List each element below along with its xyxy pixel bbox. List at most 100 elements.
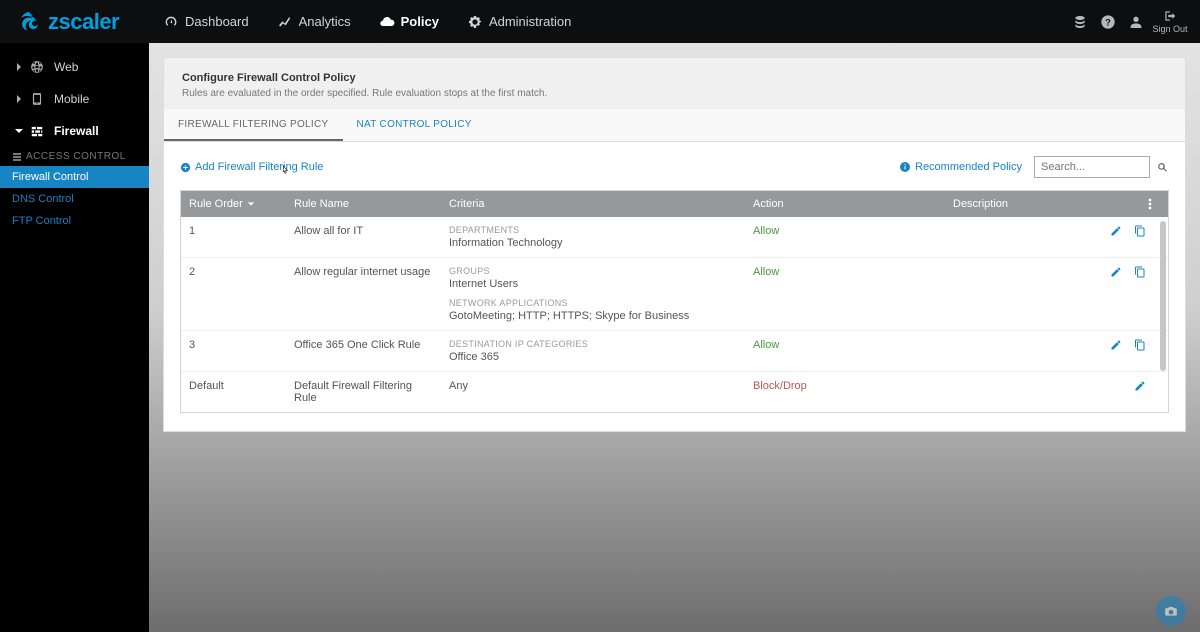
sidebar-item-label: Mobile [54, 92, 89, 106]
cell-order: 1 [181, 225, 286, 249]
edit-icon[interactable] [1110, 339, 1122, 351]
cell-action: Block/Drop [745, 380, 945, 404]
analytics-icon [277, 14, 293, 30]
sidebar-item-mobile[interactable]: Mobile [0, 83, 149, 115]
submenu-firewall-control[interactable]: Firewall Control [0, 166, 149, 188]
nav-administration-label: Administration [489, 14, 571, 29]
signout-icon [1163, 9, 1177, 23]
signout-button[interactable]: Sign Out [1150, 0, 1190, 43]
cell-order: Default [181, 380, 286, 404]
panel-body: Add Firewall Filtering Rule Recommended … [163, 142, 1186, 432]
cell-name: Default Firewall Filtering Rule [286, 380, 441, 404]
panel-title: Configure Firewall Control Policy [182, 72, 1167, 84]
nav-analytics-label: Analytics [299, 14, 351, 29]
cell-row-actions [1100, 339, 1168, 363]
nav-administration[interactable]: Administration [453, 0, 585, 43]
mobile-icon [30, 92, 44, 106]
tab-nat-control[interactable]: NAT CONTROL POLICY [343, 109, 486, 141]
criteria-value: Internet Users [449, 278, 737, 290]
col-header-order[interactable]: Rule Order [181, 198, 286, 210]
tab-firewall-filtering[interactable]: FIREWALL FILTERING POLICY [164, 109, 343, 141]
logo[interactable]: zscaler [0, 9, 149, 35]
criteria-value: Information Technology [449, 237, 737, 249]
cell-action: Allow [745, 225, 945, 249]
copy-icon[interactable] [1134, 225, 1146, 237]
tab-bar: FIREWALL FILTERING POLICY NAT CONTROL PO… [163, 109, 1186, 142]
table-row: 2Allow regular internet usage GROUPS Inter… [181, 257, 1168, 330]
table-row: 1Allow all for ITDEPARTMENTSInformation … [181, 217, 1168, 257]
col-header-criteria[interactable]: Criteria [441, 198, 745, 210]
panel-description: Configure Firewall Control Policy Rules … [163, 57, 1186, 109]
cell-row-actions [1100, 266, 1168, 322]
edit-icon[interactable] [1110, 266, 1122, 278]
cell-description [945, 225, 1100, 249]
submenu-ftp-control[interactable]: FTP Control [0, 210, 149, 232]
topbar: zscaler Dashboard Analytics Policy Admin… [0, 0, 1200, 43]
search-icon[interactable] [1156, 161, 1169, 174]
sidebar-item-web[interactable]: Web [0, 51, 149, 83]
edit-icon[interactable] [1134, 380, 1146, 392]
pointer-cursor-icon [278, 163, 292, 179]
criteria-value: GotoMeeting; HTTP; HTTPS; Skype for Busi… [449, 310, 737, 322]
cell-order: 2 [181, 266, 286, 322]
sort-caret-icon [247, 200, 255, 208]
floating-action-button[interactable] [1156, 596, 1186, 626]
nav-policy[interactable]: Policy [365, 0, 453, 43]
cell-criteria: DESTINATION IP CATEGORIES Office 365 [441, 339, 745, 363]
user-icon [1128, 14, 1144, 30]
help-icon-button[interactable]: ? [1094, 0, 1122, 43]
col-header-name[interactable]: Rule Name [286, 198, 441, 210]
submenu-dns-control[interactable]: DNS Control [0, 188, 149, 210]
col-header-actions[interactable] [1100, 197, 1168, 211]
cell-name: Allow regular internet usage [286, 266, 441, 322]
sidebar-item-label: Web [54, 60, 78, 74]
nav-analytics[interactable]: Analytics [263, 0, 365, 43]
svg-text:?: ? [1105, 17, 1111, 27]
search-wrap [1034, 156, 1169, 178]
rules-grid: Rule Order Rule Name Criteria Action Des… [180, 190, 1169, 413]
cell-action: Allow [745, 339, 945, 363]
search-input[interactable] [1034, 156, 1150, 178]
sidebar: Web Mobile Firewall ACCESS CONTROL Firew… [0, 43, 149, 632]
cell-row-actions [1100, 380, 1168, 404]
firewall-icon [30, 124, 44, 138]
copy-icon[interactable] [1134, 266, 1146, 278]
cell-order: 3 [181, 339, 286, 363]
cell-criteria: DEPARTMENTSInformation Technology [441, 225, 745, 249]
top-nav: Dashboard Analytics Policy Administratio… [149, 0, 585, 43]
panel-toolbar: Add Firewall Filtering Rule Recommended … [180, 156, 1169, 178]
grid-scrollbar[interactable] [1160, 221, 1166, 371]
section-icon [12, 152, 22, 162]
cell-criteria: Any [441, 380, 745, 404]
recommended-policy-link[interactable]: Recommended Policy [899, 161, 1022, 173]
col-header-description[interactable]: Description [945, 198, 1100, 210]
cell-criteria: GROUPS Internet Users NETWORK APPLICATIONS… [441, 266, 745, 322]
sidebar-item-label: Firewall [54, 124, 99, 138]
column-menu-icon[interactable] [1148, 197, 1152, 211]
logo-text: zscaler [48, 9, 119, 35]
stack-icon [1072, 14, 1088, 30]
criteria-value: Office 365 [449, 351, 737, 363]
copy-icon[interactable] [1134, 339, 1146, 351]
sidebar-item-firewall[interactable]: Firewall [0, 115, 149, 147]
help-icon: ? [1100, 14, 1116, 30]
edit-icon[interactable] [1110, 225, 1122, 237]
user-icon-button[interactable] [1122, 0, 1150, 43]
database-icon-button[interactable] [1066, 0, 1094, 43]
add-rule-button[interactable]: Add Firewall Filtering Rule [180, 161, 323, 173]
cell-description [945, 339, 1100, 363]
plus-circle-icon [180, 162, 191, 173]
cell-action: Allow [745, 266, 945, 322]
main-content: Configure Firewall Control Policy Rules … [149, 43, 1200, 632]
col-header-action[interactable]: Action [745, 198, 945, 210]
nav-dashboard[interactable]: Dashboard [149, 0, 263, 43]
sidebar-submenu: Firewall Control DNS Control FTP Control [0, 166, 149, 232]
criteria-label: DESTINATION IP CATEGORIES [449, 339, 737, 349]
chevron-right-icon [14, 62, 24, 72]
criteria-label: NETWORK APPLICATIONS [449, 298, 737, 308]
cloud-icon [379, 14, 395, 30]
nav-dashboard-label: Dashboard [185, 14, 249, 29]
recommended-label: Recommended Policy [915, 161, 1022, 173]
criteria-label: GROUPS [449, 266, 737, 276]
add-rule-label: Add Firewall Filtering Rule [195, 161, 323, 173]
